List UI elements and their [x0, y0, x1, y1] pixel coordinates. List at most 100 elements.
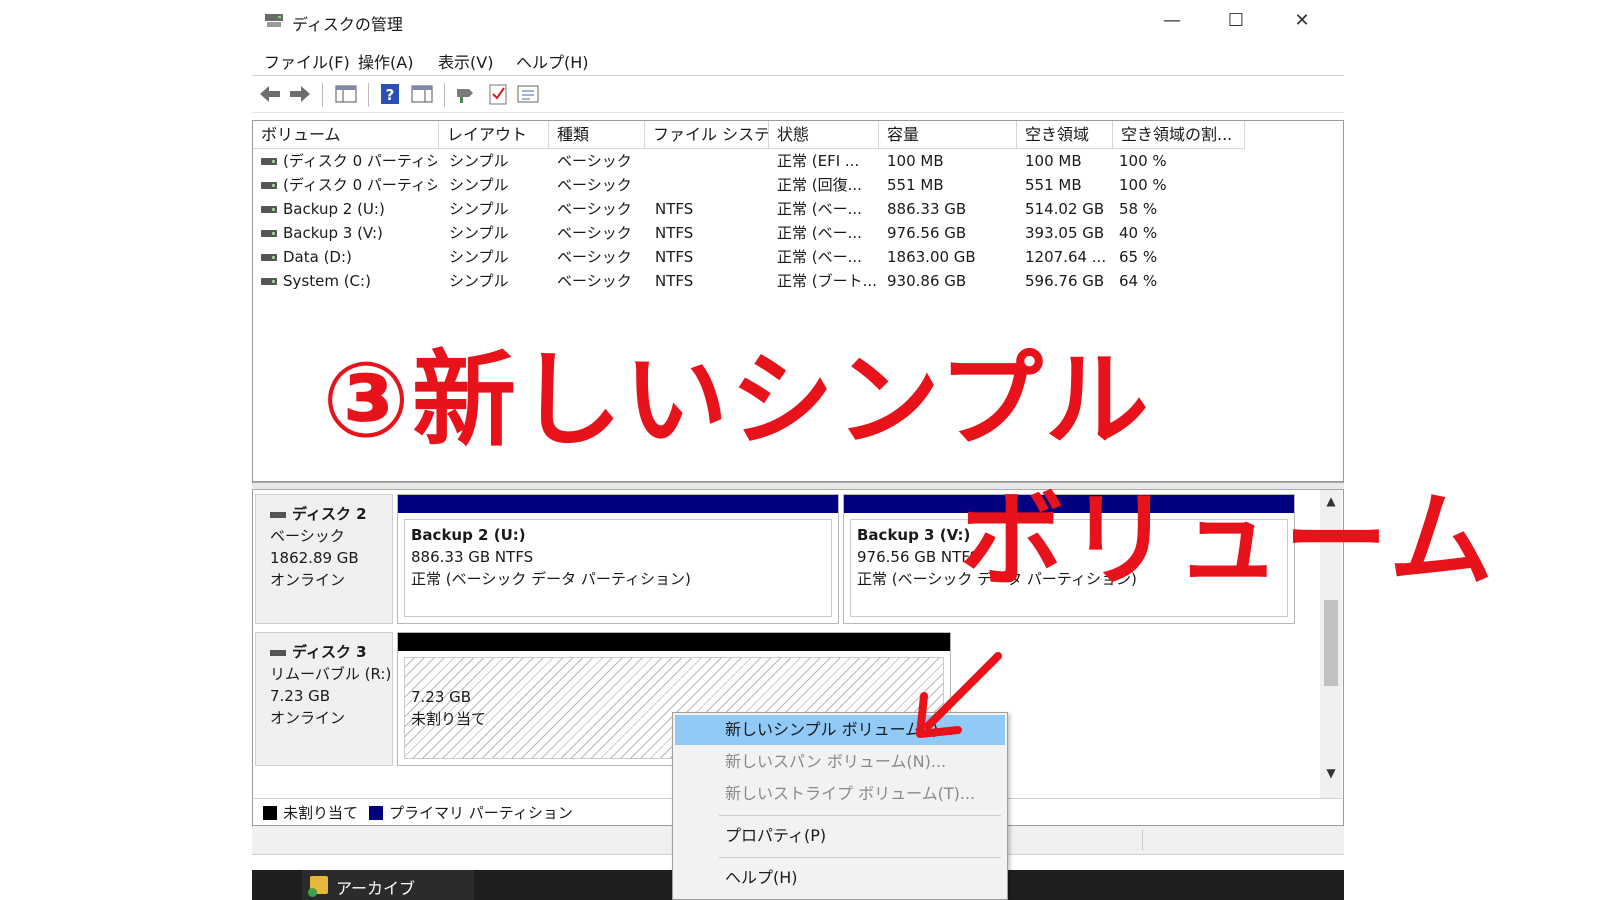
cell-free: 514.02 GB [1025, 200, 1105, 218]
cell-layout: シンプル [449, 248, 509, 266]
column-header-volume[interactable]: ボリューム [253, 121, 439, 149]
window-title: ディスクの管理 [292, 15, 403, 34]
cell-capacity: 551 MB [887, 176, 944, 194]
drive-icon [261, 230, 277, 237]
toolbar-separator [444, 83, 445, 107]
cell-capacity: 930.86 GB [887, 272, 967, 290]
menu-item-new-spanned-volume[interactable]: 新しいスパン ボリューム(N)... [675, 747, 1005, 777]
cell-status: 正常 (ブート... [777, 272, 877, 290]
help-icon[interactable]: ? [378, 83, 402, 105]
cell-free: 596.76 GB [1025, 272, 1105, 290]
menu-file[interactable]: ファイル(F) [264, 49, 350, 73]
forward-arrow-icon[interactable] [288, 83, 312, 105]
minimize-button[interactable]: — [1152, 6, 1192, 36]
toolbar-separator-line [252, 112, 1344, 113]
cell-capacity: 976.56 GB [887, 224, 967, 242]
cell-free: 100 MB [1025, 152, 1082, 170]
disk-3-name: ディスク 3 [292, 643, 367, 661]
cell-volume: (ディスク 0 パーティシ... [283, 152, 437, 170]
menu-item-new-striped-volume[interactable]: 新しいストライプ ボリューム(T)... [675, 779, 1005, 809]
disk-management-icon [265, 14, 283, 27]
cell-volume: System (C:) [283, 272, 371, 290]
cell-volume: Backup 3 (V:) [283, 224, 383, 242]
partition-backup-2[interactable]: Backup 2 (U:) 886.33 GB NTFS 正常 (ベーシック デ… [397, 494, 839, 624]
column-header-filesystem[interactable]: ファイル システム [645, 121, 769, 149]
console-tree-icon[interactable] [334, 83, 358, 105]
unallocated-bar [398, 633, 950, 651]
menu-action[interactable]: 操作(A) [358, 49, 413, 73]
menu-help[interactable]: ヘルプ(H) [516, 49, 589, 73]
archive-folder-icon [308, 876, 328, 897]
cell-free-percent: 65 % [1119, 248, 1158, 266]
check-icon[interactable] [486, 83, 510, 105]
cell-filesystem: NTFS [655, 272, 694, 290]
column-header-layout[interactable]: レイアウト [439, 121, 549, 149]
svg-text:?: ? [386, 86, 395, 104]
disk-icon [270, 511, 286, 518]
menu-separator [252, 75, 1344, 76]
table-row[interactable]: (ディスク 0 パーティシ... シンプル ベーシック 正常 (回復... 55… [253, 173, 1343, 197]
cell-free-percent: 100 % [1119, 176, 1167, 194]
cell-status: 正常 (EFI ... [777, 152, 860, 170]
cell-status: 正常 (ベー... [777, 224, 862, 242]
cell-filesystem: NTFS [655, 248, 694, 266]
scrollbar-thumb[interactable] [1324, 600, 1338, 686]
menu-item-properties[interactable]: プロパティ(P) [675, 821, 1005, 851]
column-header-capacity[interactable]: 容量 [879, 121, 1017, 149]
column-header-status[interactable]: 状態 [769, 121, 879, 149]
primary-partition-bar [398, 495, 838, 513]
menu-bar: ファイル(F) 操作(A) 表示(V) ヘルプ(H) [252, 44, 1344, 74]
cell-capacity: 886.33 GB [887, 200, 967, 218]
cell-type: ベーシック [557, 200, 632, 218]
toolbar-separator [322, 83, 323, 107]
column-header-free-percent[interactable]: 空き領域の割... [1113, 121, 1245, 149]
disk-2-info[interactable]: ディスク 2 ベーシック 1862.89 GB オンライン [255, 494, 393, 624]
cell-free: 1207.64 ... [1025, 248, 1107, 266]
toolbar-separator [368, 83, 369, 107]
scroll-down-icon[interactable]: ▼ [1320, 762, 1342, 784]
cell-type: ベーシック [557, 176, 632, 194]
title-bar: ディスクの管理 — ☐ ✕ [252, 0, 1344, 42]
annotation-arrow-icon [916, 652, 1002, 738]
back-arrow-icon[interactable] [258, 83, 282, 105]
cell-layout: シンプル [449, 224, 509, 242]
cell-type: ベーシック [557, 248, 632, 266]
primary-partition-swatch [369, 806, 383, 820]
disk-2-state: オンライン [270, 571, 346, 589]
legend-unallocated: 未割り当て [283, 804, 359, 822]
table-row[interactable]: Backup 3 (V:) シンプル ベーシック NTFS 正常 (ベー... … [253, 221, 1343, 245]
cell-free: 551 MB [1025, 176, 1082, 194]
partition-status: 正常 (ベーシック データ パーティション) [411, 570, 691, 588]
unallocated-size: 7.23 GB [411, 688, 472, 706]
column-header-type[interactable]: 種類 [549, 121, 645, 149]
partition-name: Backup 2 (U:) [411, 526, 526, 544]
menu-separator [719, 815, 1001, 816]
taskbar-item-archive[interactable]: アーカイブ [302, 870, 474, 900]
cell-capacity: 100 MB [887, 152, 944, 170]
toolbar: ? [252, 77, 1344, 111]
properties-icon[interactable] [410, 83, 434, 105]
cell-status: 正常 (回復... [777, 176, 862, 194]
menu-view[interactable]: 表示(V) [438, 49, 493, 73]
cell-layout: シンプル [449, 152, 509, 170]
menu-item-help[interactable]: ヘルプ(H) [675, 863, 1005, 893]
close-button[interactable]: ✕ [1282, 6, 1322, 36]
cell-volume: (ディスク 0 パーティシ... [283, 176, 437, 194]
cell-filesystem: NTFS [655, 224, 694, 242]
table-row[interactable]: Data (D:) シンプル ベーシック NTFS 正常 (ベー... 1863… [253, 245, 1343, 269]
table-row[interactable]: (ディスク 0 パーティシ... シンプル ベーシック 正常 (EFI ... … [253, 149, 1343, 173]
disk-3-size: 7.23 GB [270, 687, 331, 705]
partition-body: Backup 2 (U:) 886.33 GB NTFS 正常 (ベーシック デ… [404, 519, 832, 617]
table-row[interactable]: System (C:) シンプル ベーシック NTFS 正常 (ブート... 9… [253, 269, 1343, 293]
connect-icon[interactable] [454, 83, 478, 105]
table-row[interactable]: Backup 2 (U:) シンプル ベーシック NTFS 正常 (ベー... … [253, 197, 1343, 221]
disk-3-info[interactable]: ディスク 3 リムーバブル (R:) 7.23 GB オンライン [255, 632, 393, 766]
cell-layout: シンプル [449, 200, 509, 218]
cell-type: ベーシック [557, 152, 632, 170]
maximize-button[interactable]: ☐ [1216, 6, 1256, 36]
list-icon[interactable] [516, 83, 540, 105]
cell-free-percent: 100 % [1119, 152, 1167, 170]
disk-2-name: ディスク 2 [292, 505, 367, 523]
column-header-free-space[interactable]: 空き領域 [1017, 121, 1113, 149]
taskbar-item-label: アーカイブ [336, 879, 416, 898]
